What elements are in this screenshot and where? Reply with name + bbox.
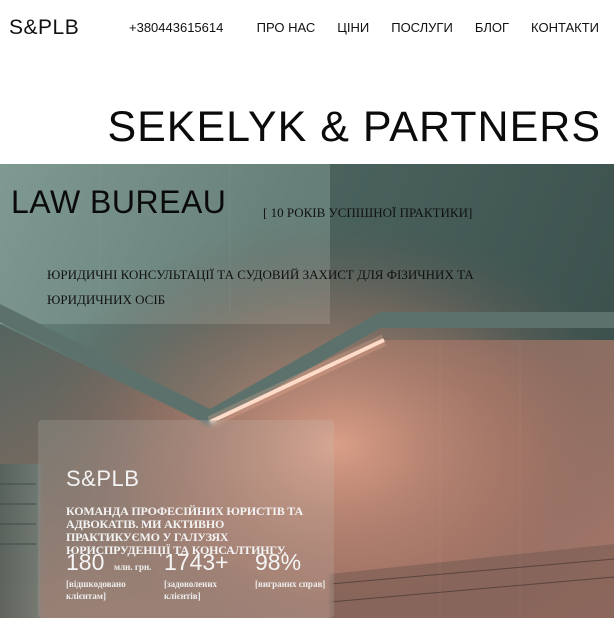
stat-label-compensated: [відшкодовано клієнтам] <box>66 579 126 601</box>
nav-item-blog[interactable]: БЛОГ <box>475 20 509 35</box>
main-nav: ПРО НАС ЦІНИ ПОСЛУГИ БЛОГ КОНТАКТИ <box>235 20 599 35</box>
phone-link[interactable]: +380443615614 <box>129 20 223 35</box>
site-logo[interactable]: S&PLB <box>9 16 79 40</box>
nav-item-contacts[interactable]: КОНТАКТИ <box>531 20 599 35</box>
hero-subtitle: LAW BUREAU <box>11 184 227 220</box>
hero-description: ЮРИДИЧНІ КОНСУЛЬТАЦІЇ ТА СУДОВИЙ ЗАХИСТ … <box>47 267 474 307</box>
card-logo: S&PLB <box>66 466 140 491</box>
stat-label-clients: [задоволених клієнтів] <box>164 579 218 601</box>
hero-title: SEKELYK & PARTNERS <box>107 103 601 151</box>
hero-tagline: [ 10 РОКІВ УСПІШНОЇ ПРАКТИКИ] <box>263 205 473 220</box>
nav-item-services[interactable]: ПОСЛУГИ <box>391 20 453 35</box>
stat-unit-compensated: млн. грн. <box>114 562 152 572</box>
nav-item-about[interactable]: ПРО НАС <box>257 20 316 35</box>
nav-item-prices[interactable]: ЦІНИ <box>337 20 369 35</box>
stat-value-compensated: 180 <box>66 549 105 575</box>
stat-value-won: 98% <box>255 549 302 575</box>
stat-value-clients: 1743+ <box>164 549 229 575</box>
site-header: S&PLB +380443615614 ПРО НАС ЦІНИ ПОСЛУГИ… <box>0 0 614 58</box>
stat-label-won: [виграних справ] <box>255 579 326 589</box>
